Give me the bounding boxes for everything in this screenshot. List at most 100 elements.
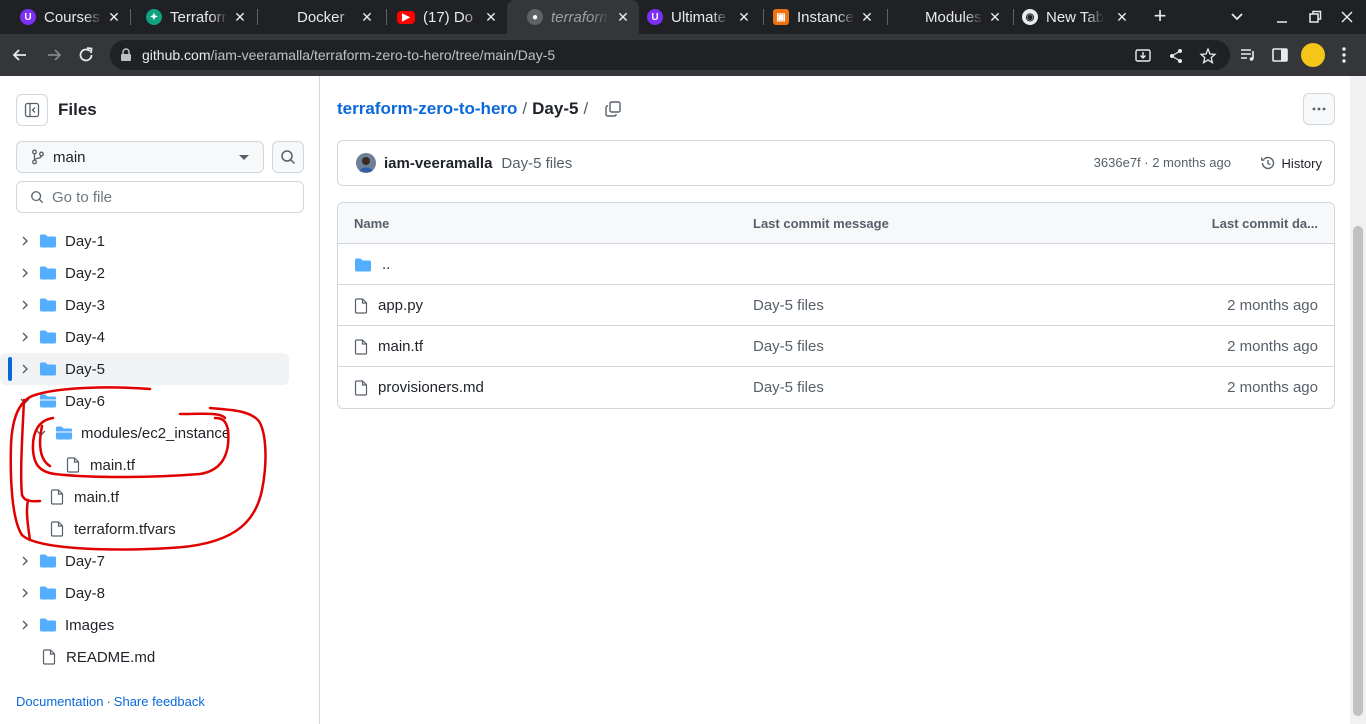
github-page: Files main Day-1Day-2Day- <box>0 76 1350 724</box>
tree-item-day-5[interactable]: Day-5 <box>0 353 289 385</box>
url-text[interactable]: github.com/iam-veeramalla/terraform-zero… <box>142 47 555 63</box>
tree-item-day-1[interactable]: Day-1 <box>0 225 320 257</box>
tab-title: Modules <box>925 8 982 26</box>
expand-toggle[interactable] <box>33 425 49 441</box>
collapse-panel-button[interactable] <box>16 94 48 126</box>
tree-item-day-7[interactable]: Day-7 <box>0 545 320 577</box>
tree-item-label: Day-7 <box>65 552 106 570</box>
back-arrow-icon[interactable] <box>10 45 30 65</box>
history-clock-icon <box>1260 156 1274 170</box>
expand-toggle[interactable] <box>17 393 33 409</box>
share-feedback-link[interactable]: Share feedback <box>114 694 205 709</box>
documentation-link[interactable]: Documentation <box>16 694 103 709</box>
tab-modules[interactable]: Modules ✕ <box>881 0 1011 34</box>
more-options-button[interactable] <box>1303 93 1335 125</box>
go-to-file-input[interactable] <box>52 188 292 206</box>
new-tab-button[interactable]: + <box>1148 5 1172 29</box>
expand-toggle[interactable] <box>17 553 33 569</box>
scrollbar-thumb[interactable] <box>1353 226 1363 716</box>
tab-terraform-chatgpt[interactable]: ✦ Terraform ✕ <box>126 0 256 34</box>
tree-item-terraform-tfvars[interactable]: terraform.tfvars <box>0 513 320 545</box>
expand-toggle[interactable] <box>17 297 33 313</box>
file-commit-message[interactable]: Day-5 files <box>753 379 824 396</box>
install-app-icon[interactable] <box>1134 47 1152 65</box>
expand-toggle[interactable] <box>17 361 33 377</box>
history-button[interactable]: History <box>1260 149 1322 177</box>
expand-toggle[interactable] <box>17 585 33 601</box>
commit-hash-and-time[interactable]: 3636e7f · 2 months ago <box>1094 155 1231 170</box>
tree-item-label: Day-6 <box>65 392 106 410</box>
table-row[interactable]: main.tf Day-5 files 2 months ago <box>338 326 1334 367</box>
menu-kebab-icon[interactable] <box>1334 45 1354 65</box>
tab-ultimate[interactable]: U Ultimate ✕ <box>627 0 760 34</box>
close-icon[interactable]: ✕ <box>359 9 375 25</box>
tab-courses[interactable]: U Courses ✕ <box>0 0 130 34</box>
tree-item-main-tf[interactable]: main.tf <box>0 449 320 481</box>
url-domain: github.com <box>142 47 211 63</box>
file-link[interactable]: app.py <box>354 297 423 314</box>
side-panel-icon[interactable] <box>1270 45 1290 65</box>
tree-item-readme-md[interactable]: README.md <box>0 641 320 673</box>
file-name: app.py <box>378 297 424 314</box>
share-icon[interactable] <box>1167 47 1185 65</box>
go-to-file-field[interactable] <box>16 181 304 213</box>
parent-directory-link[interactable]: .. <box>354 256 390 273</box>
close-icon[interactable]: ✕ <box>859 9 875 25</box>
minimize-icon[interactable] <box>1272 7 1292 27</box>
tree-item-day-4[interactable]: Day-4 <box>0 321 320 353</box>
tree-item-images[interactable]: Images <box>0 609 320 641</box>
address-bar[interactable]: github.com/iam-veeramalla/terraform-zero… <box>110 40 1230 70</box>
tab-search-chevron-icon[interactable] <box>1228 8 1246 26</box>
media-queue-icon[interactable] <box>1238 45 1258 65</box>
tree-item-day-2[interactable]: Day-2 <box>0 257 320 289</box>
lock-icon[interactable] <box>120 48 132 62</box>
restore-icon[interactable] <box>1305 7 1325 27</box>
tree-item-modules-ec2-instance[interactable]: modules/ec2_instance <box>0 417 320 449</box>
expand-toggle[interactable] <box>17 233 33 249</box>
profile-avatar[interactable] <box>1301 43 1325 67</box>
branch-selector[interactable]: main <box>16 141 264 173</box>
file-link[interactable]: main.tf <box>354 338 423 355</box>
author-avatar[interactable] <box>356 153 376 173</box>
tree-item-day-3[interactable]: Day-3 <box>0 289 320 321</box>
tree-item-main-tf[interactable]: main.tf <box>0 481 320 513</box>
copy-path-icon[interactable] <box>604 100 622 118</box>
tab-instance[interactable]: ▣ Instance ✕ <box>753 0 883 34</box>
tree-item-day-8[interactable]: Day-8 <box>0 577 320 609</box>
close-icon[interactable]: ✕ <box>232 9 248 25</box>
tree-item-day-6[interactable]: Day-6 <box>0 385 320 417</box>
folder-icon-wrap <box>39 233 57 249</box>
close-icon[interactable]: ✕ <box>106 9 122 25</box>
tree-item-label: Day-8 <box>65 584 106 602</box>
tab-new-tab[interactable]: ◉ New Tab ✕ <box>1002 0 1138 34</box>
expand-toggle[interactable] <box>17 617 33 633</box>
commit-message[interactable]: Day-5 files <box>501 155 572 172</box>
tab-docker[interactable]: Docker ✕ <box>253 0 383 34</box>
column-name: Name <box>354 216 390 231</box>
forward-arrow-icon[interactable] <box>44 45 64 65</box>
bookmark-star-icon[interactable] <box>1199 47 1217 65</box>
tab-youtube[interactable]: ▶ (17) Do ✕ <box>377 0 507 34</box>
expand-toggle[interactable] <box>17 265 33 281</box>
file-commit-message[interactable]: Day-5 files <box>753 338 824 355</box>
close-icon[interactable]: ✕ <box>1114 9 1130 25</box>
reload-icon[interactable] <box>76 45 96 65</box>
file-commit-message[interactable]: Day-5 files <box>753 297 824 314</box>
table-row[interactable]: app.py Day-5 files 2 months ago <box>338 285 1334 326</box>
file-name: provisioners.md <box>378 379 484 396</box>
close-icon[interactable]: ✕ <box>987 9 1003 25</box>
file-link[interactable]: provisioners.md <box>354 379 484 396</box>
breadcrumb-repo-link[interactable]: terraform-zero-to-hero <box>337 99 517 119</box>
breadcrumb-trailing-separator: / <box>583 99 589 118</box>
folder-icon <box>355 258 371 271</box>
close-icon[interactable]: ✕ <box>483 9 499 25</box>
expand-toggle[interactable] <box>17 329 33 345</box>
parent-directory-row[interactable]: .. <box>338 244 1334 285</box>
page-scrollbar[interactable] <box>1350 76 1366 724</box>
search-files-button[interactable] <box>272 141 304 173</box>
close-icon[interactable]: ✕ <box>736 9 752 25</box>
table-row[interactable]: provisioners.md Day-5 files 2 months ago <box>338 367 1334 408</box>
window-close-icon[interactable] <box>1337 7 1357 27</box>
tab-github-active[interactable]: ● terraform ✕ <box>507 0 639 34</box>
commit-author[interactable]: iam-veeramalla <box>384 155 492 172</box>
